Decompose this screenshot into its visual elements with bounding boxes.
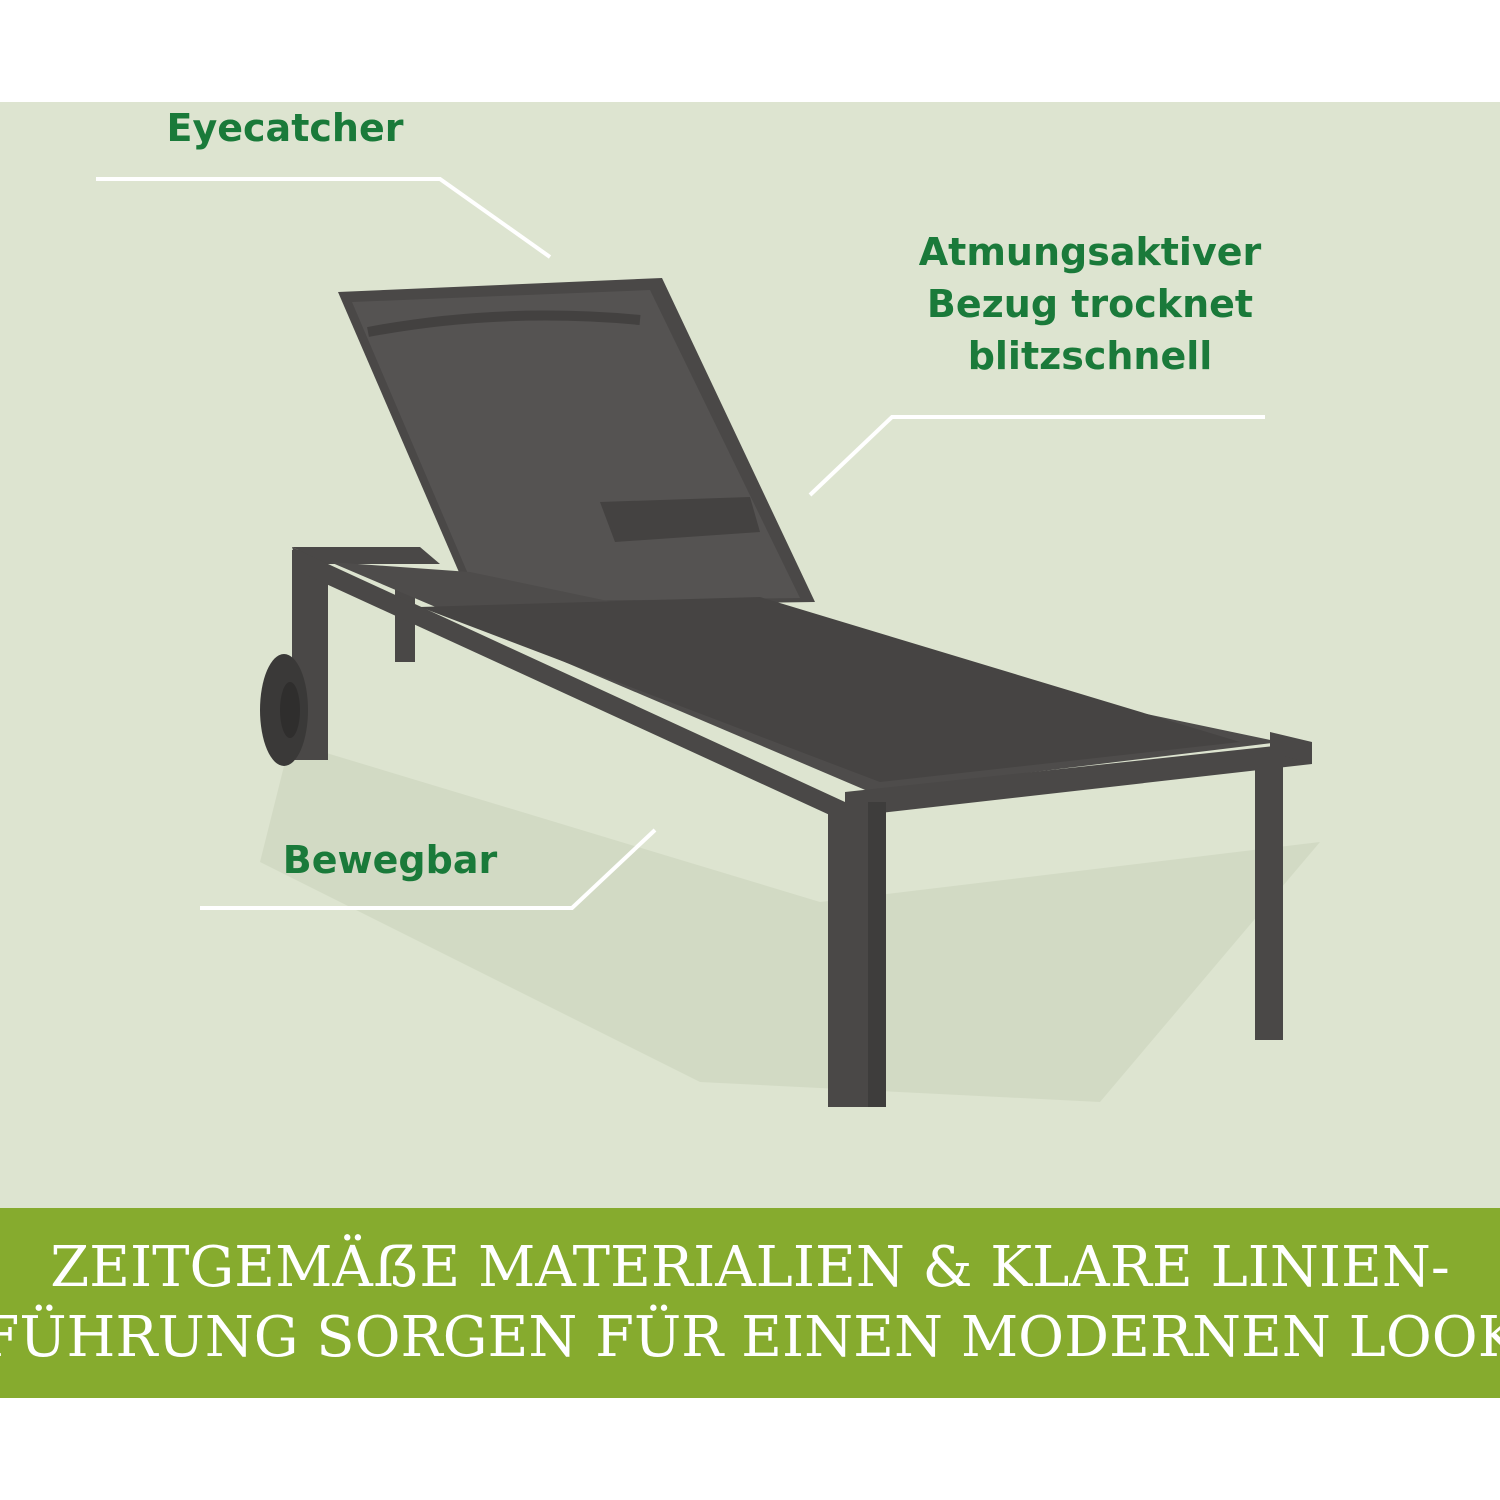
callout-fabric-line-2: Bezug trocknet: [926, 282, 1254, 326]
banner-line-1: ZEITGEMÄẞE MATERIALIEN & KLARE LINIEN-: [50, 1235, 1450, 1300]
callout-movable-text: Bewegbar: [282, 838, 498, 882]
callout-eyecatcher-text: Eyecatcher: [166, 106, 404, 150]
wheel-hub: [280, 682, 300, 738]
callout-fabric-line-1: Atmungsaktiver: [918, 230, 1262, 274]
callout-fabric-line-3: blitzschnell: [967, 334, 1213, 378]
callout-movable: Bewegbar: [240, 834, 540, 886]
callout-breathable-fabric: Atmungsaktiver Bezug trocknet blitzschne…: [880, 226, 1300, 382]
banner-line-2: FÜHRUNG SORGEN FÜR EINEN MODERNEN LOOK: [0, 1305, 1500, 1370]
headline-banner: ZEITGEMÄẞE MATERIALIEN & KLARE LINIEN- F…: [0, 1208, 1500, 1398]
front-right-leg: [1255, 750, 1283, 1040]
callout-eyecatcher: Eyecatcher: [150, 102, 420, 154]
front-left-leg-shade: [868, 802, 886, 1107]
product-stage: Eyecatcher Atmungsaktiver Bezug trocknet…: [0, 102, 1500, 1208]
